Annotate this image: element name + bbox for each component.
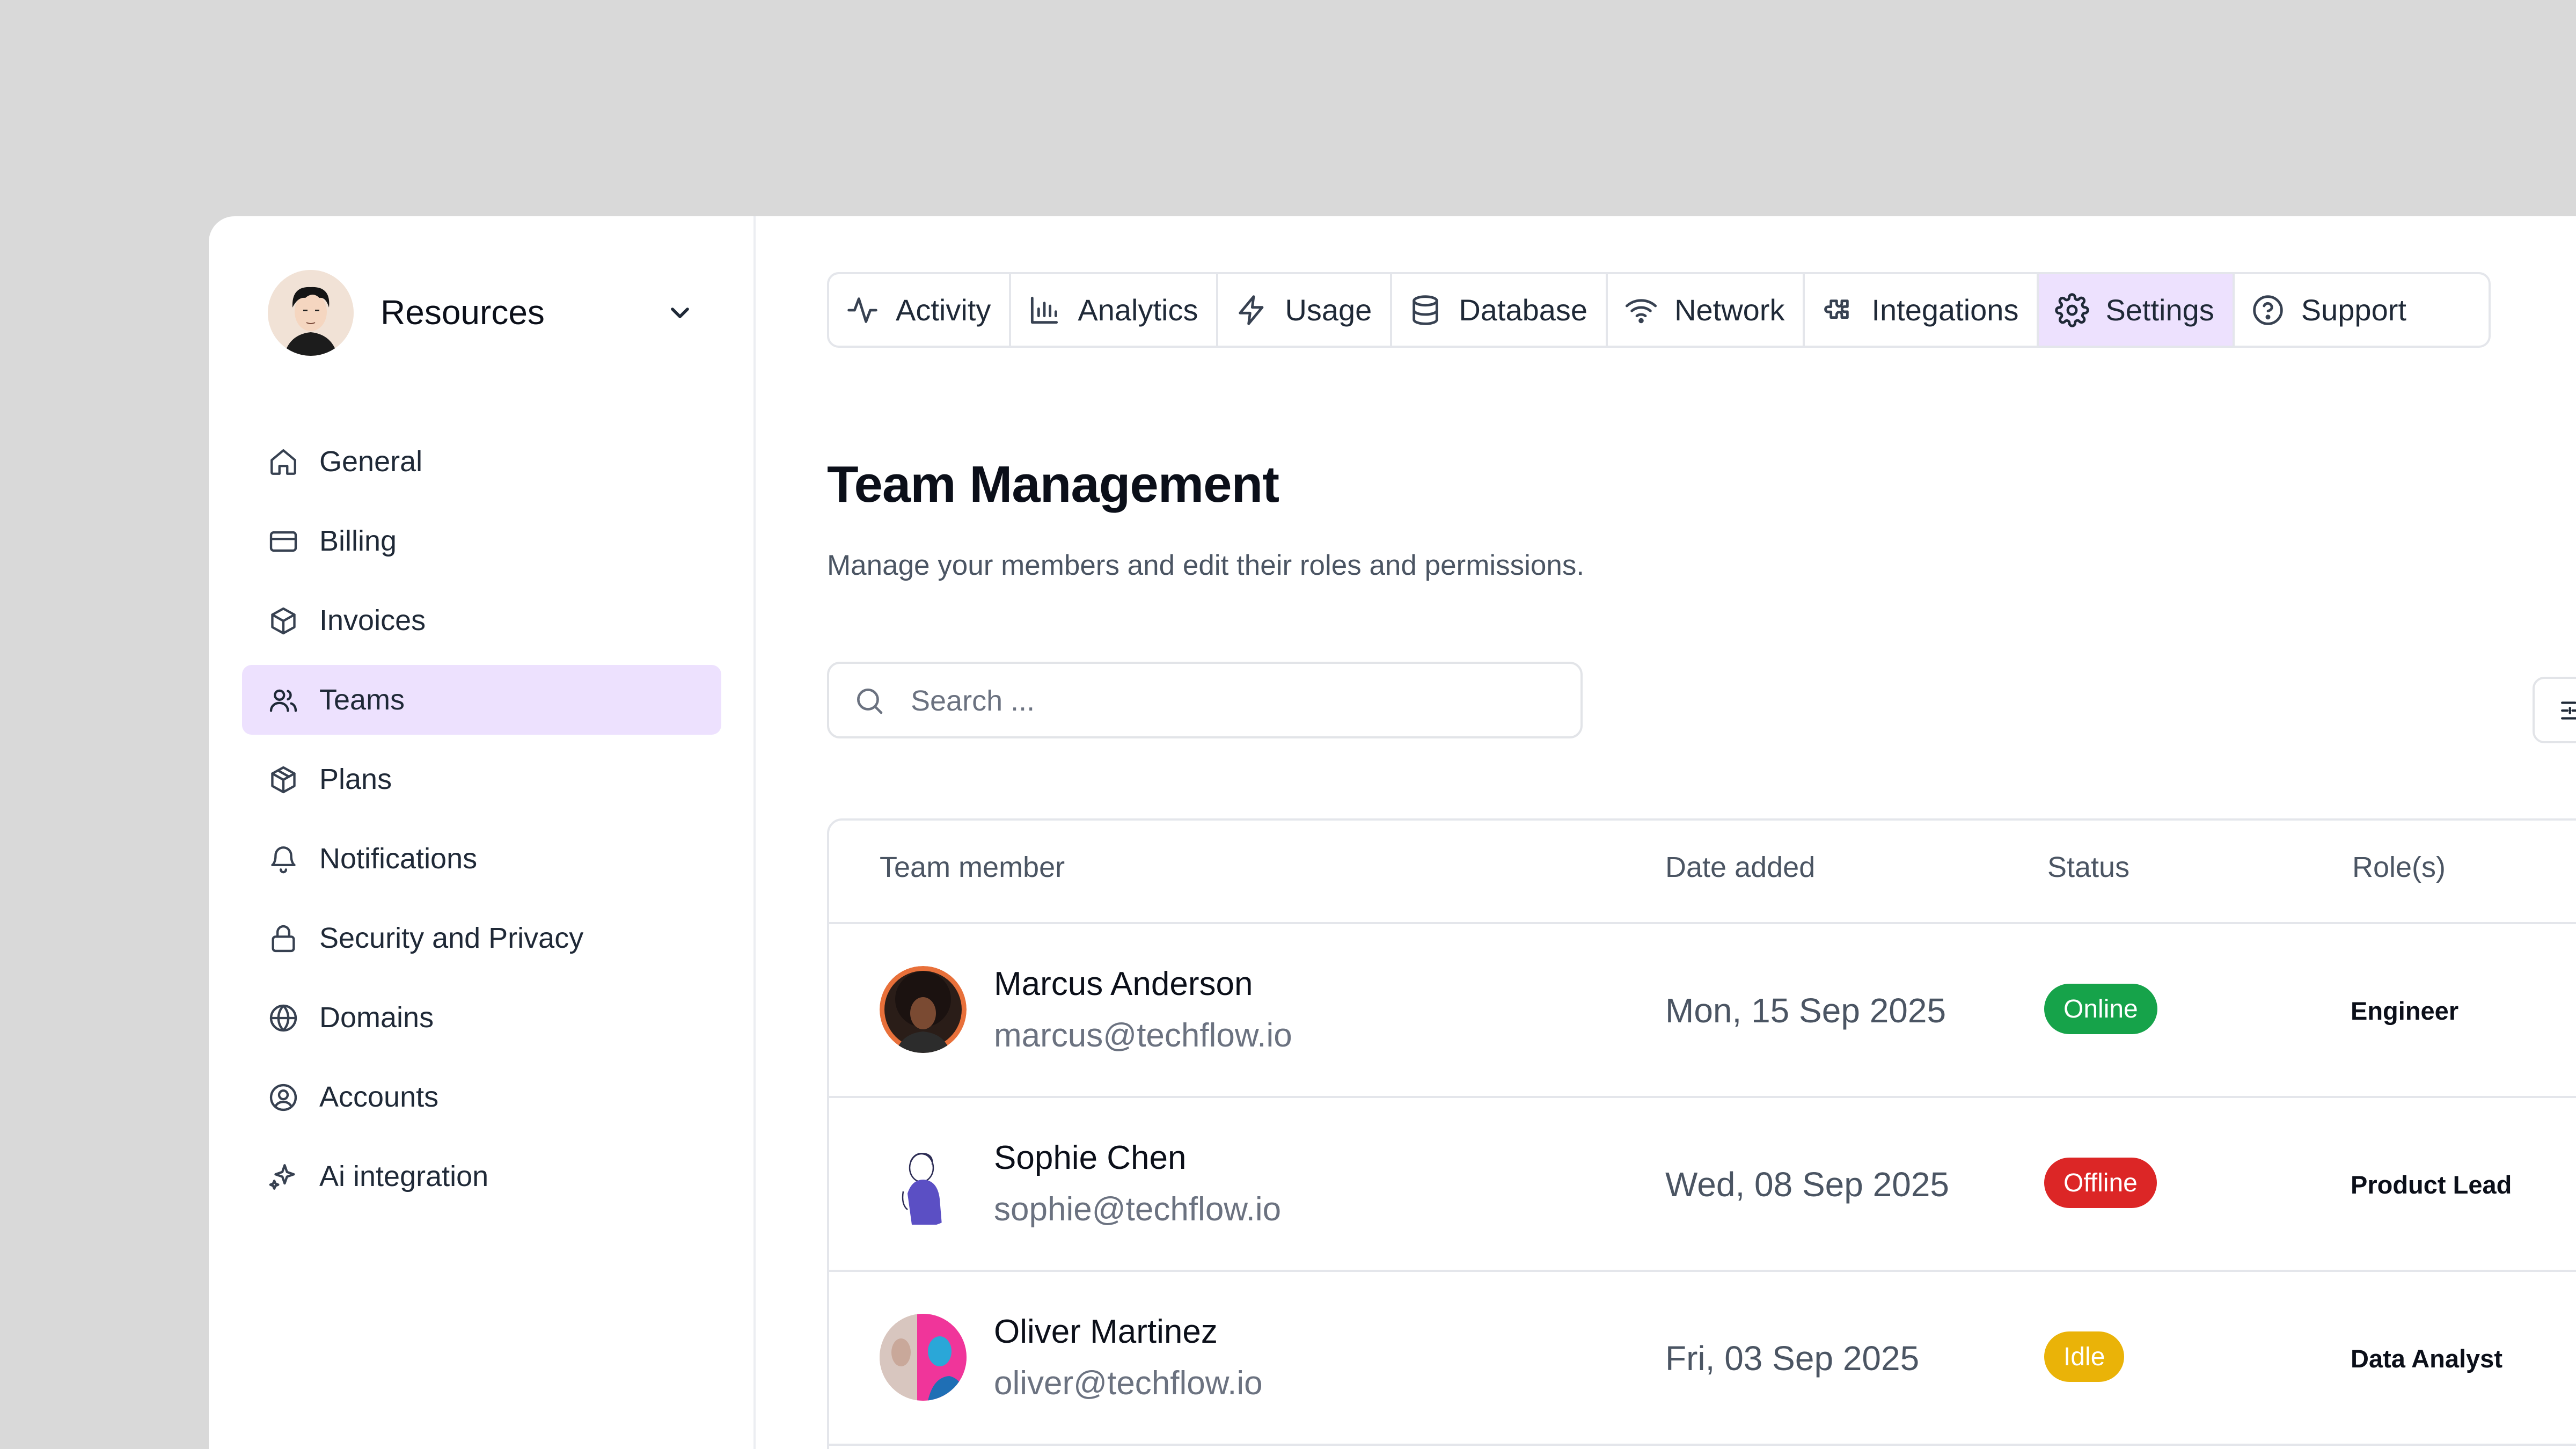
tab-activity[interactable]: Activity xyxy=(829,274,1012,346)
tab-label: Integations xyxy=(1871,293,2019,327)
status-badge: Idle xyxy=(2044,1331,2125,1382)
tab-analytics[interactable]: Analytics xyxy=(1011,274,1219,346)
date-added: Wed, 08 Sep 2025 xyxy=(1665,1165,1949,1204)
tab-label: Settings xyxy=(2105,293,2214,327)
sidebar-item-label: General xyxy=(319,445,423,478)
tab-support[interactable]: Support xyxy=(2235,274,2425,346)
member-role: Product Lead xyxy=(2351,1170,2512,1199)
status-badge: Online xyxy=(2044,984,2157,1034)
puzzle-icon xyxy=(1824,299,1849,319)
table-row[interactable]: Marcus Anderson marcus@techflow.io Mon, … xyxy=(829,924,2576,1098)
help-circle-icon xyxy=(2253,295,2283,325)
column-header-date[interactable]: Date added xyxy=(1665,851,1815,884)
package-icon xyxy=(271,766,296,794)
sidebar-item-label: Security and Privacy xyxy=(319,922,584,954)
users-icon xyxy=(269,689,297,712)
member-name: Oliver Martinez xyxy=(994,1313,1218,1350)
status-badge: Offline xyxy=(2044,1158,2157,1208)
sidebar-item-label: Teams xyxy=(319,684,405,716)
column-header-roles[interactable]: Role(s) xyxy=(2352,851,2446,884)
tab-usage[interactable]: Usage xyxy=(1218,274,1393,346)
page-subtitle: Manage your members and edit their roles… xyxy=(827,550,1585,581)
sidebar-item-label: Invoices xyxy=(319,604,426,636)
lock-icon xyxy=(272,925,295,953)
tab-label: Analytics xyxy=(1078,293,1198,327)
sidebar-item-label: Accounts xyxy=(319,1081,439,1113)
table-row[interactable]: Oliver Martinez oliver@techflow.io Fri, … xyxy=(829,1272,2576,1446)
avatar xyxy=(880,1314,967,1401)
tab-database[interactable]: Database xyxy=(1392,274,1608,346)
team-table: Team member Date added Status Role(s) Ma… xyxy=(827,818,2576,1449)
sidebar-nav: General Billing Invoices Teams Plans Not… xyxy=(242,427,721,1221)
sidebar-item-general[interactable]: General xyxy=(242,427,721,496)
sidebar-item-accounts[interactable]: Accounts xyxy=(242,1062,721,1132)
sidebar-item-label: Billing xyxy=(319,525,397,557)
bar-chart-icon xyxy=(1031,296,1058,324)
sidebar-item-plans[interactable]: Plans xyxy=(242,744,721,814)
sidebar-item-ai-integration[interactable]: Ai integration xyxy=(242,1141,721,1211)
table-header: Team member Date added Status Role(s) xyxy=(829,821,2576,924)
search-box xyxy=(827,662,1583,738)
tab-network[interactable]: Network xyxy=(1608,274,1805,346)
user-circle-icon xyxy=(269,1084,297,1111)
sidebar-item-teams[interactable]: Teams xyxy=(242,665,721,735)
tab-settings[interactable]: Settings xyxy=(2039,274,2235,346)
tab-label: Database xyxy=(1459,293,1588,327)
sidebar-item-domains[interactable]: Domains xyxy=(242,983,721,1052)
search-input[interactable] xyxy=(910,675,1556,727)
tab-label: Network xyxy=(1674,293,1785,327)
home-icon xyxy=(270,449,296,475)
activity-icon xyxy=(847,297,877,323)
sidebar-item-label: Ai integration xyxy=(319,1160,489,1192)
member-name: Sophie Chen xyxy=(994,1139,1187,1176)
workspace-name: Resources xyxy=(380,293,545,332)
date-added: Mon, 15 Sep 2025 xyxy=(1665,991,1946,1030)
sparkles-icon xyxy=(269,1164,295,1190)
column-header-member[interactable]: Team member xyxy=(880,851,1065,884)
zap-icon xyxy=(1239,295,1264,325)
member-email: oliver@techflow.io xyxy=(994,1365,1263,1402)
page-title: Team Management xyxy=(827,456,1279,513)
top-tabs: Activity Analytics Usage Database Networ… xyxy=(827,272,2491,348)
date-added: Fri, 03 Sep 2025 xyxy=(1665,1339,1920,1378)
tab-integrations[interactable]: Integations xyxy=(1805,274,2039,346)
avatar xyxy=(880,966,967,1053)
sidebar-item-invoices[interactable]: Invoices xyxy=(242,586,721,655)
member-name: Marcus Anderson xyxy=(994,965,1253,1002)
member-role: Data Analyst xyxy=(2351,1344,2502,1373)
box-icon xyxy=(271,607,296,635)
tab-label: Usage xyxy=(1285,293,1372,327)
sidebar-item-notifications[interactable]: Notifications xyxy=(242,824,721,894)
sidebar: Resources General Billing Invoices Teams xyxy=(209,216,756,1449)
workspace-avatar xyxy=(268,270,354,356)
member-email: marcus@techflow.io xyxy=(994,1017,1292,1054)
column-header-status[interactable]: Status xyxy=(2047,851,2129,884)
wifi-icon xyxy=(1625,298,1657,323)
sliders-icon xyxy=(2561,701,2576,720)
table-row[interactable]: Sophie Chen sophie@techflow.io Wed, 08 S… xyxy=(829,1098,2576,1272)
sidebar-item-security[interactable]: Security and Privacy xyxy=(242,903,721,973)
globe-icon xyxy=(269,1004,297,1032)
tab-label: Support xyxy=(2301,293,2406,327)
app-window: Resources General Billing Invoices Teams xyxy=(209,216,2576,1449)
sidebar-item-label: Domains xyxy=(319,1001,434,1034)
filter-button[interactable] xyxy=(2533,677,2576,743)
avatar xyxy=(880,1140,967,1227)
tab-label: Activity xyxy=(896,293,991,327)
sidebar-item-billing[interactable]: Billing xyxy=(242,506,721,576)
chevron-down-icon xyxy=(671,308,689,318)
search-icon xyxy=(857,689,883,714)
member-email: sophie@techflow.io xyxy=(994,1191,1282,1228)
database-icon xyxy=(1413,295,1439,325)
sidebar-item-label: Notifications xyxy=(319,843,478,875)
credit-card-icon xyxy=(269,531,297,552)
member-role: Engineer xyxy=(2351,997,2459,1025)
workspace-switcher[interactable]: Resources xyxy=(268,270,697,356)
sidebar-item-label: Plans xyxy=(319,763,392,795)
bell-icon xyxy=(271,846,296,874)
gear-icon xyxy=(2055,292,2090,327)
